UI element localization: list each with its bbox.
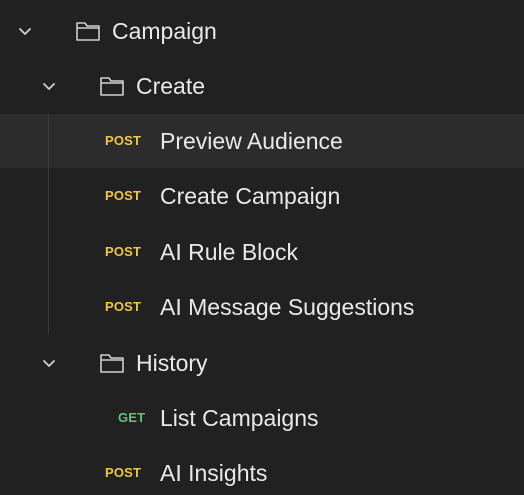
method-badge: POST [105,465,142,480]
request-label: AI Rule Block [160,239,299,265]
request-row-ai-message-suggestions[interactable]: POST AI Message Suggestions [0,280,524,334]
chevron-down-icon[interactable] [40,77,58,95]
chevron-down-icon[interactable] [16,22,34,40]
request-row-ai-insights[interactable]: POST AI Insights [0,446,524,495]
folder-label-campaign: Campaign [112,18,217,44]
folder-icon [100,77,124,96]
request-label: List Campaigns [160,405,319,431]
request-row-list-campaigns[interactable]: GET List Campaigns [0,391,524,445]
folder-icon [100,354,124,373]
folder-row-create[interactable]: Create [0,59,524,113]
method-badge: POST [105,299,142,314]
method-badge: POST [105,244,142,259]
folder-label-create: Create [136,73,206,99]
request-label: AI Message Suggestions [160,294,415,320]
request-row-preview-audience[interactable]: POST Preview Audience [0,114,524,168]
folder-label-history: History [136,350,208,376]
folder-row-history[interactable]: History [0,336,524,390]
method-badge: POST [105,133,142,148]
chevron-down-icon[interactable] [40,354,58,372]
method-badge: GET [118,410,146,425]
collection-tree: Campaign Create POST Preview Audience PO… [0,0,524,495]
request-label: Preview Audience [160,128,343,154]
folder-icon [76,22,100,41]
method-badge: POST [105,188,142,203]
request-label: AI Insights [160,460,268,486]
request-row-create-campaign[interactable]: POST Create Campaign [0,169,524,223]
request-label: Create Campaign [160,183,341,209]
folder-row-campaign[interactable]: Campaign [0,4,524,58]
request-row-ai-rule-block[interactable]: POST AI Rule Block [0,225,524,279]
tree-guide-line [48,114,49,334]
